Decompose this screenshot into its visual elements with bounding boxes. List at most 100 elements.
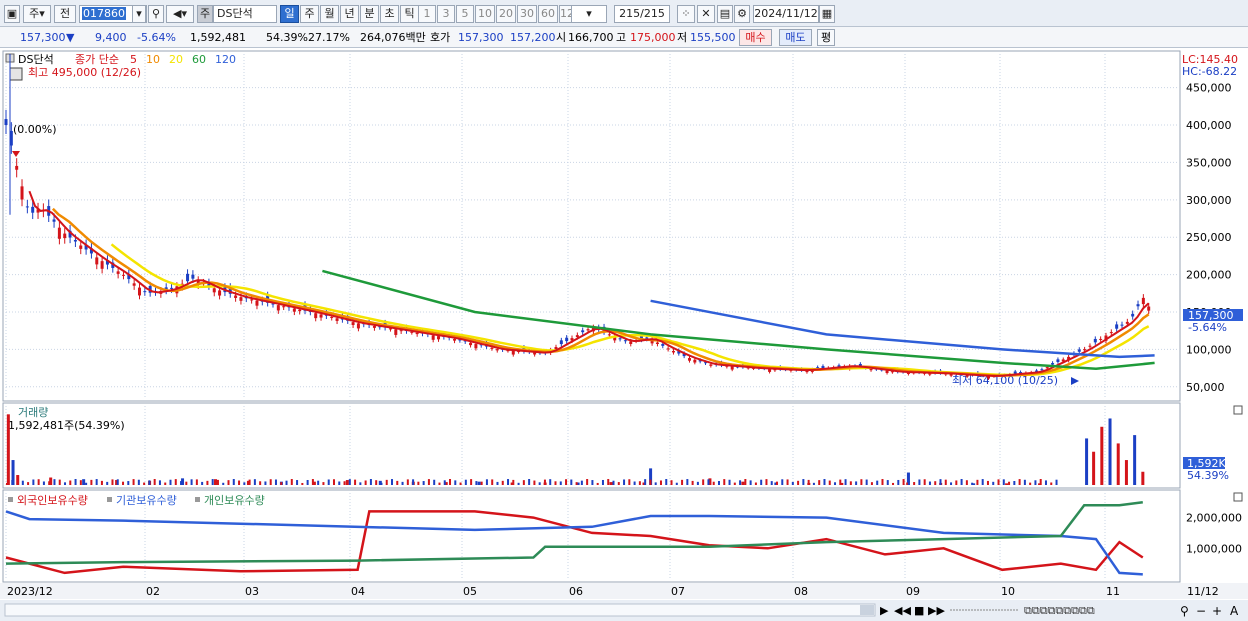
volume-bar-small <box>554 481 557 485</box>
period-tab-0[interactable]: 일 <box>280 5 299 23</box>
candle-body <box>1120 324 1124 326</box>
holding-tick-label: 2,000,000 <box>1186 512 1242 525</box>
volume-bar-small <box>280 482 283 485</box>
volume-bar-small <box>396 480 399 485</box>
horizontal-scrollbar[interactable] <box>4 603 876 617</box>
zoom-search-icon[interactable]: ⚲ <box>1180 604 1189 618</box>
candle-body <box>335 318 339 321</box>
volume-bar-small <box>1034 480 1037 485</box>
volume-bar-small <box>470 479 473 485</box>
volume-bar-small <box>100 480 103 485</box>
volume-bar-small <box>496 481 499 485</box>
candle-body <box>100 261 104 269</box>
interval-button-60[interactable]: 60 <box>538 5 558 23</box>
grid-icon[interactable]: ⁘ <box>677 5 695 23</box>
fast-forward-icon[interactable]: ▶▶ <box>928 604 945 617</box>
candle-body <box>250 299 254 301</box>
volume-bar-small <box>454 480 457 485</box>
volume-bar-small <box>507 479 510 485</box>
volume-bar <box>1116 443 1120 485</box>
candle-body <box>330 317 334 319</box>
save-icon[interactable]: ▤ <box>717 5 733 23</box>
prev-button[interactable]: 전 <box>54 5 76 23</box>
interval-button-1[interactable]: 1 <box>418 5 436 23</box>
volume-bar-small <box>870 482 873 485</box>
interval-button-30[interactable]: 30 <box>517 5 537 23</box>
volume-bar-small <box>654 482 657 485</box>
candle-body <box>234 295 238 298</box>
volume-bar-small <box>122 481 125 485</box>
tools-icon[interactable]: ✕ <box>697 5 715 23</box>
candle-body <box>20 186 24 200</box>
code-dropdown-icon[interactable]: ▾ <box>132 5 146 23</box>
count-field[interactable]: 215/215 <box>614 5 670 23</box>
volume-bar-small <box>881 479 884 485</box>
volume-bar-small <box>301 482 304 485</box>
scroll-thumb[interactable] <box>860 605 874 615</box>
volume-bar-small <box>317 480 320 485</box>
volume-bar-small <box>37 479 40 485</box>
volume-bar-small <box>644 479 647 485</box>
volume-bar-small <box>27 482 30 485</box>
volume-bar-small <box>902 479 905 485</box>
calendar-icon[interactable]: ▦ <box>819 5 835 23</box>
scroll-right-icon[interactable]: ▶ <box>880 604 889 617</box>
max-label: 최고 495,000 (12/26) <box>28 66 141 79</box>
buy-button[interactable]: 매수 <box>739 29 772 46</box>
holding-tick-label: 1,000,000 <box>1186 542 1242 555</box>
period-tab-5[interactable]: 초 <box>380 5 399 23</box>
volume-bar-small <box>749 480 752 485</box>
volume-bar-small <box>285 480 288 485</box>
volume-bar-small <box>417 481 420 485</box>
search-icon[interactable]: ⚲ <box>148 5 164 23</box>
period-tab-4[interactable]: 분 <box>360 5 379 23</box>
volume-bar-small <box>907 480 910 485</box>
volume-bar-small <box>575 482 578 485</box>
current-volume-pct: 54.39% <box>1187 469 1229 482</box>
stock-name-field[interactable]: DS단석 <box>213 5 277 23</box>
volume-bar-small <box>243 482 246 485</box>
x-tick-label: 05 <box>463 585 477 598</box>
volume-bar <box>741 481 745 485</box>
interval-button-3[interactable]: 3 <box>437 5 455 23</box>
zoom-in-icon[interactable]: + <box>1212 604 1222 618</box>
volume-bar-small <box>211 479 214 485</box>
avg-button[interactable]: 평 <box>817 29 835 46</box>
speaker-icon[interactable]: ◀▾ <box>166 5 194 23</box>
ma-legend-10: 10 <box>146 53 160 66</box>
volume-bar-small <box>834 482 837 485</box>
volume-bar-small <box>185 481 188 485</box>
zoom-out-icon[interactable]: − <box>1196 604 1206 618</box>
volume-bar-small <box>69 480 72 485</box>
date-field[interactable]: 2024/11/12 <box>753 5 819 23</box>
interval-input[interactable]: ▾ <box>571 5 607 23</box>
volume-bar-small <box>913 482 916 485</box>
candle-body <box>1051 363 1055 365</box>
period-tab-6[interactable]: 틱 <box>400 5 419 23</box>
interval-button-10[interactable]: 10 <box>475 5 495 23</box>
interval-button-20[interactable]: 20 <box>496 5 516 23</box>
calendar-small-icon[interactable] <box>9 67 23 81</box>
font-size-icon[interactable]: A <box>1230 604 1239 618</box>
gear-icon[interactable]: ⚙ <box>734 5 750 23</box>
volume-bar-small <box>675 482 678 485</box>
period-tab-3[interactable]: 년 <box>340 5 359 23</box>
holding-panel-close-icon[interactable] <box>1233 492 1243 502</box>
volume-panel-close-icon[interactable] <box>1233 405 1243 415</box>
period-tab-2[interactable]: 월 <box>320 5 339 23</box>
period-tab-1[interactable]: 주 <box>300 5 319 23</box>
candle-body <box>132 283 136 286</box>
interval-button-5[interactable]: 5 <box>456 5 474 23</box>
volume-bar-small <box>886 480 889 485</box>
rewind-icon[interactable]: ◀◀ <box>894 604 911 617</box>
candle-body <box>709 364 713 366</box>
sell-button[interactable]: 매도 <box>779 29 812 46</box>
holding-legend-1: 기관보유수량 <box>116 494 177 507</box>
stop-icon[interactable]: ■ <box>914 604 924 617</box>
market-select[interactable]: 주▾ <box>23 5 51 23</box>
volume-bar-small <box>960 479 963 485</box>
volume-bar-small <box>670 480 673 485</box>
window-icon[interactable]: ▣ <box>4 5 20 23</box>
layout-icons[interactable]: ⧉⧉⧉⧉⧉⧉⧉⧉⧉ <box>1024 604 1095 617</box>
volume-title: 거래량 <box>18 406 48 419</box>
